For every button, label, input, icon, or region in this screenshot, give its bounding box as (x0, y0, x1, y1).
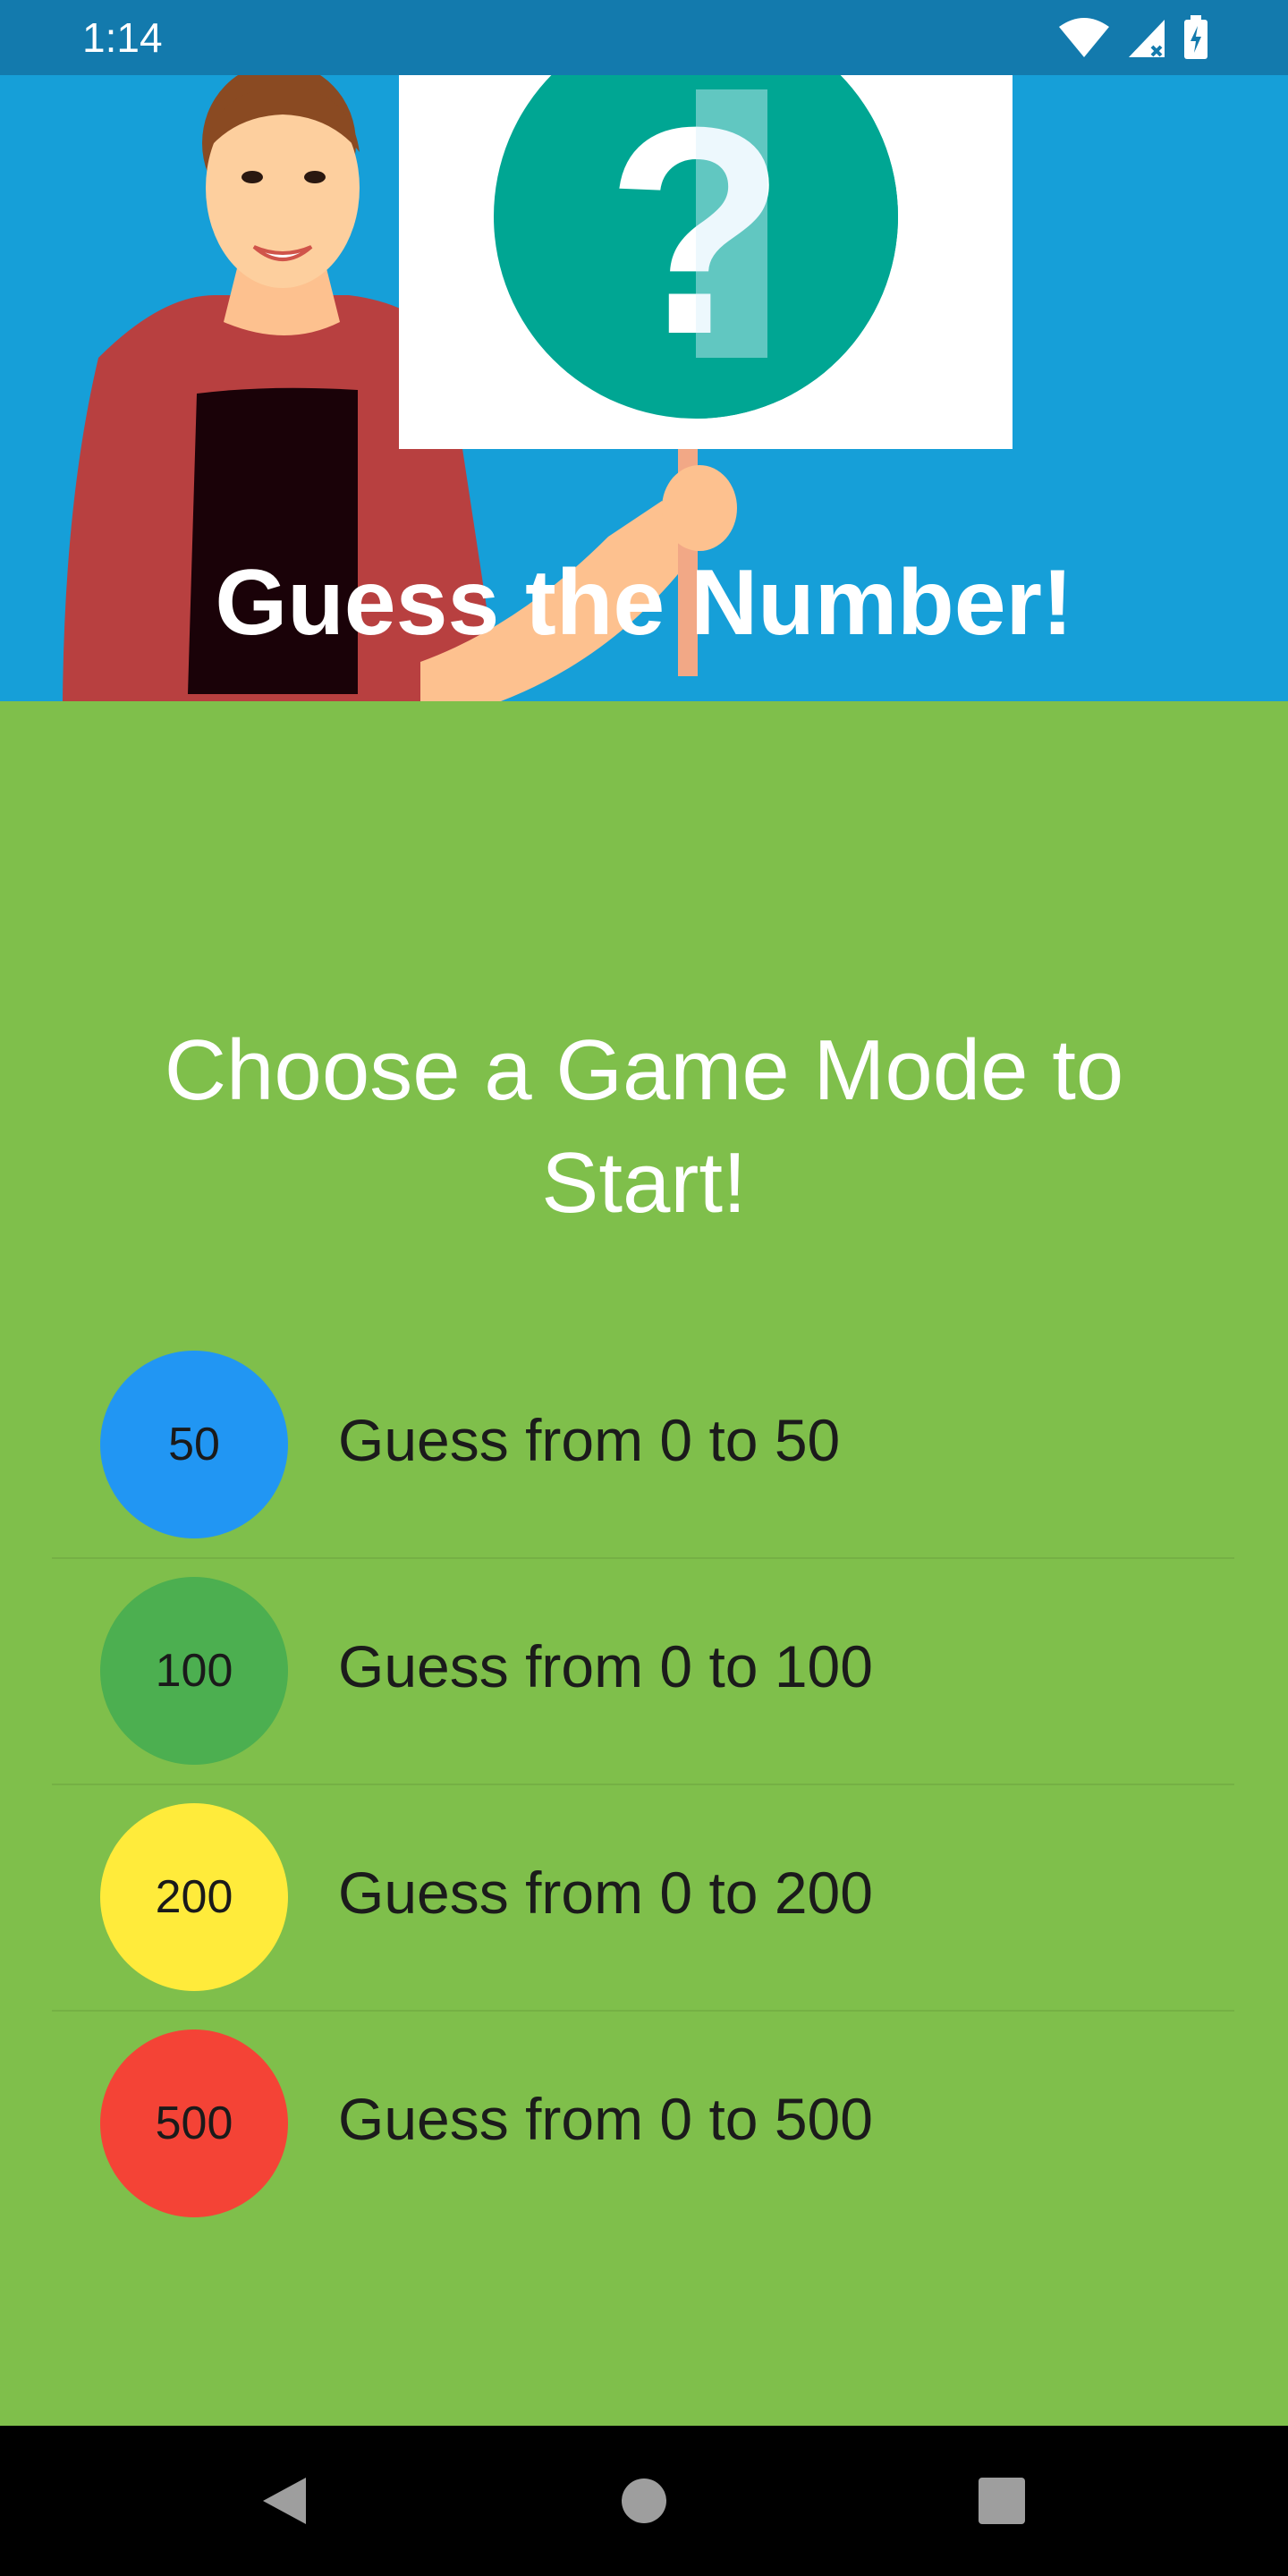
home-icon[interactable] (608, 2465, 680, 2537)
mode-item-200[interactable]: 200 Guess from 0 to 200 (52, 1785, 1234, 2012)
recents-icon[interactable] (966, 2465, 1038, 2537)
status-bar: 1:14 (0, 0, 1288, 75)
mode-badge: 100 (100, 1577, 288, 1765)
mode-item-50[interactable]: 50 Guess from 0 to 50 (52, 1333, 1234, 1559)
game-mode-list: 50 Guess from 0 to 50 100 Guess from 0 t… (52, 1333, 1234, 2236)
mode-item-500[interactable]: 500 Guess from 0 to 500 (52, 2012, 1234, 2236)
app-title: Guess the Number! (215, 551, 1073, 655)
mode-label: Guess from 0 to 50 (338, 1407, 841, 1473)
main-content: Choose a Game Mode to Start! 50 Guess fr… (0, 701, 1288, 2426)
system-nav-bar (0, 2426, 1288, 2576)
mode-badge: 200 (100, 1803, 288, 1991)
wifi-icon (1059, 18, 1109, 57)
mode-label: Guess from 0 to 100 (338, 1633, 873, 1699)
mode-item-100[interactable]: 100 Guess from 0 to 100 (52, 1559, 1234, 1785)
mode-label: Guess from 0 to 500 (338, 2086, 873, 2152)
game-mode-prompt: Choose a Game Mode to Start! (164, 1022, 1124, 1231)
status-icons (1057, 14, 1209, 61)
mode-badge: 500 (100, 2029, 288, 2217)
mode-label: Guess from 0 to 200 (338, 1860, 873, 1926)
signal-icon (1129, 20, 1165, 57)
status-time: 1:14 (82, 14, 163, 61)
back-icon[interactable] (250, 2465, 322, 2537)
header-banner: ? Guess the Number! (0, 75, 1288, 701)
mode-badge: 50 (100, 1351, 288, 1538)
battery-charging-icon (1184, 15, 1208, 59)
